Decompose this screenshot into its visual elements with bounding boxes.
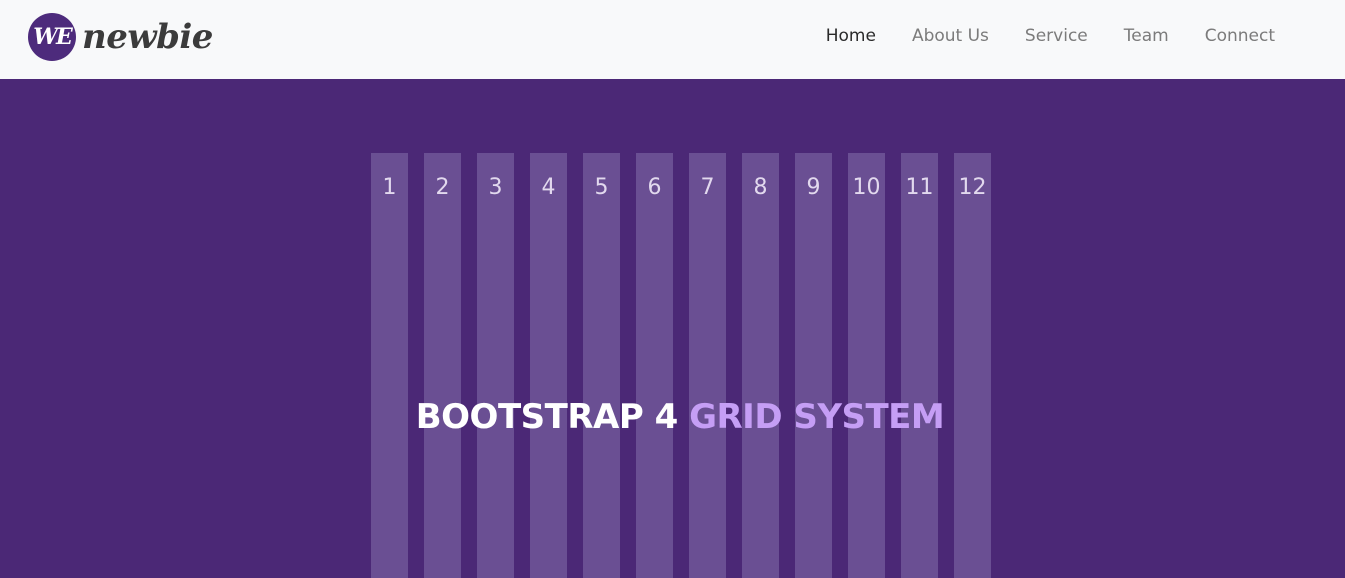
- grid-column-number: 2: [435, 175, 450, 200]
- grid-column-number: 10: [852, 175, 881, 200]
- grid-column-11: 11: [901, 153, 938, 578]
- grid-column-number: 11: [905, 175, 934, 200]
- grid-columns-illustration: 1 2 3 4 5 6 7 8 9 10 11 12: [371, 153, 991, 578]
- hero-title: BOOTSTRAP 4 GRID SYSTEM: [0, 397, 1345, 437]
- nav-item-service[interactable]: Service: [1007, 24, 1106, 48]
- grid-column-4: 4: [530, 153, 567, 578]
- grid-column-3: 3: [477, 153, 514, 578]
- grid-column-8: 8: [742, 153, 779, 578]
- grid-column-10: 10: [848, 153, 885, 578]
- brand-name: newbie: [82, 17, 213, 57]
- grid-column-number: 3: [488, 175, 503, 200]
- logo-mark-text: WE: [33, 24, 73, 50]
- grid-column-12: 12: [954, 153, 991, 578]
- grid-column-9: 9: [795, 153, 832, 578]
- grid-column-number: 9: [806, 175, 821, 200]
- grid-column-number: 7: [700, 175, 715, 200]
- grid-column-number: 1: [382, 175, 397, 200]
- nav-item-about-us[interactable]: About Us: [894, 24, 1007, 48]
- grid-column-number: 4: [541, 175, 556, 200]
- brand-logo[interactable]: WE newbie: [28, 12, 213, 62]
- grid-column-number: 8: [753, 175, 768, 200]
- hero-title-part1: BOOTSTRAP 4: [415, 397, 679, 437]
- grid-column-1: 1: [371, 153, 408, 578]
- logo-mark-icon: WE: [28, 13, 76, 61]
- nav-item-home[interactable]: Home: [808, 24, 894, 48]
- hero-banner: 1 2 3 4 5 6 7 8 9 10 11 12 BOOTSTRAP 4 G…: [0, 79, 1345, 578]
- nav-item-connect[interactable]: Connect: [1187, 24, 1293, 48]
- grid-column-7: 7: [689, 153, 726, 578]
- hero-title-part2: GRID SYSTEM: [689, 397, 945, 437]
- grid-column-6: 6: [636, 153, 673, 578]
- grid-column-5: 5: [583, 153, 620, 578]
- grid-column-2: 2: [424, 153, 461, 578]
- grid-column-number: 5: [594, 175, 609, 200]
- nav-menu: Home About Us Service Team Connect: [808, 24, 1293, 48]
- nav-item-team[interactable]: Team: [1106, 24, 1187, 48]
- grid-column-number: 12: [958, 175, 987, 200]
- grid-column-number: 6: [647, 175, 662, 200]
- navbar: WE newbie Home About Us Service Team Con…: [0, 0, 1345, 79]
